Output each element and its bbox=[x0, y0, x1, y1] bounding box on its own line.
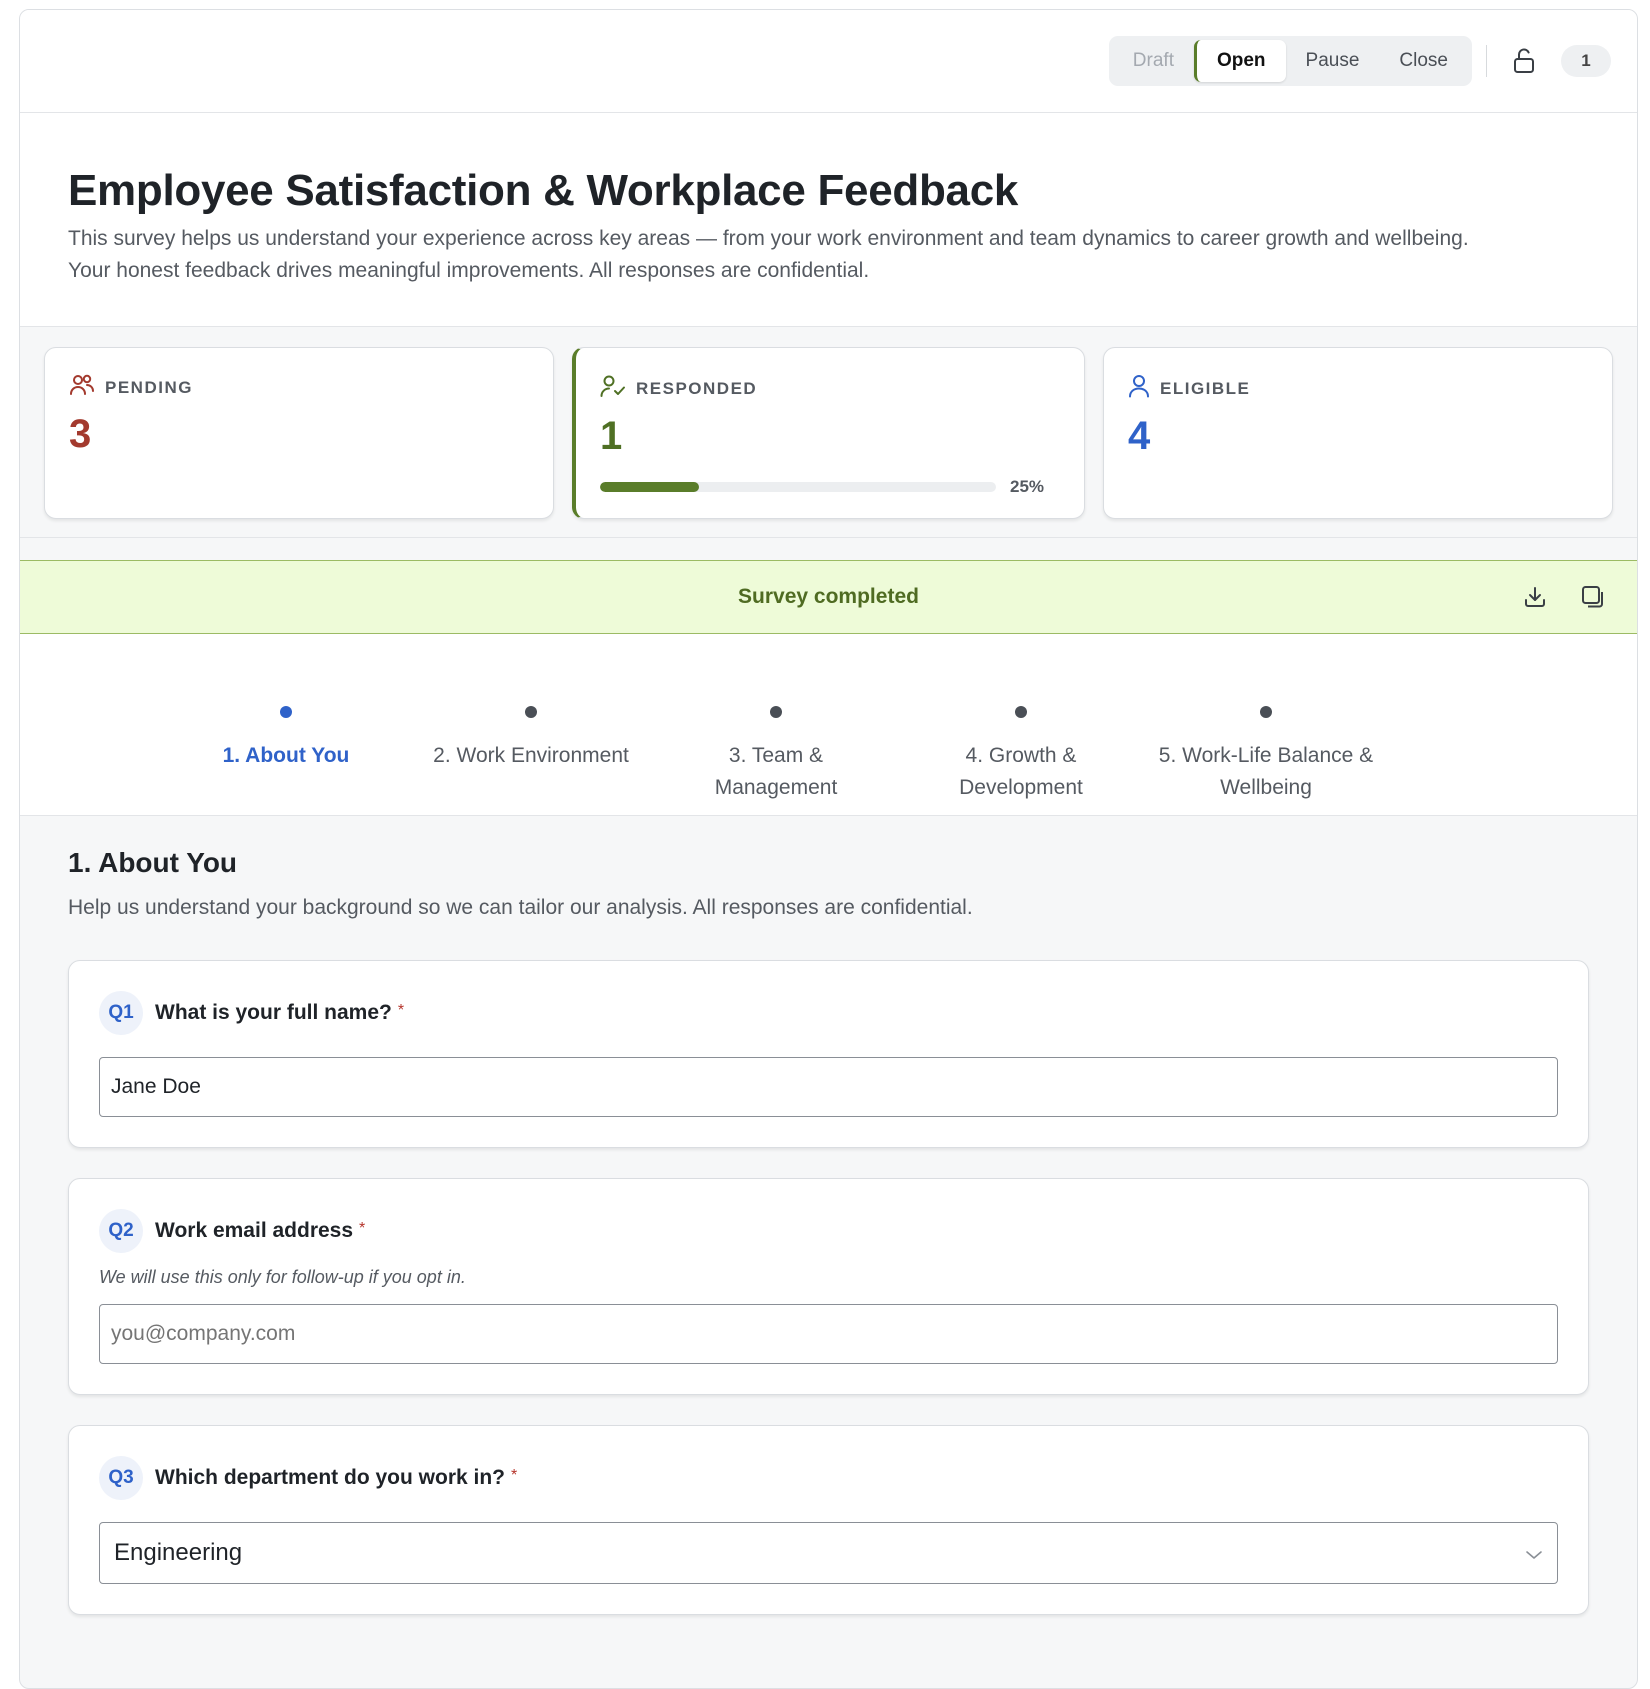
step-dot bbox=[770, 706, 782, 718]
survey-frame: Draft Open Pause Close 1 Employee Satisf… bbox=[19, 9, 1638, 1689]
progress-fill bbox=[600, 482, 699, 492]
question-title: Work email address bbox=[155, 1219, 354, 1242]
status-pause-button[interactable]: Pause bbox=[1286, 40, 1380, 82]
step-label: 5. Work-Life Balance & Wellbeing bbox=[1158, 744, 1374, 799]
step-dot bbox=[280, 706, 292, 718]
banner-text: Survey completed bbox=[738, 585, 919, 608]
required-marker: * bbox=[397, 1002, 405, 1019]
chevron-down-icon bbox=[1525, 1539, 1543, 1567]
step-dot bbox=[1260, 706, 1272, 718]
question-number-badge: Q2 bbox=[99, 1209, 143, 1253]
user-icon bbox=[1128, 374, 1150, 403]
step-growth-development[interactable]: 4. Growth & Development bbox=[901, 706, 1141, 804]
completion-banner: Survey completed bbox=[20, 560, 1637, 634]
step-dot bbox=[1015, 706, 1027, 718]
count-badge: 1 bbox=[1561, 45, 1611, 77]
step-team-management[interactable]: 3. Team & Management bbox=[661, 706, 891, 804]
responded-value: 1 bbox=[600, 414, 623, 458]
section-description: Help us understand your background so we… bbox=[68, 896, 973, 919]
step-dot bbox=[525, 706, 537, 718]
copy-icon[interactable] bbox=[1579, 583, 1607, 611]
question-card-q3: Q3 Which department do you work in? * En… bbox=[68, 1425, 1589, 1615]
progress-percent: 25% bbox=[1010, 477, 1045, 496]
pending-stat-card: PENDING 3 bbox=[44, 347, 554, 519]
pending-label: PENDING bbox=[105, 377, 193, 397]
question-number-badge: Q1 bbox=[99, 991, 143, 1035]
department-selected-value: Engineering bbox=[114, 1539, 243, 1566]
question-title: Which department do you work in? bbox=[155, 1466, 506, 1489]
question-number-badge: Q3 bbox=[99, 1456, 143, 1500]
question-title: What is your full name? bbox=[155, 1001, 392, 1024]
page-title: Employee Satisfaction & Workplace Feedba… bbox=[68, 166, 1019, 215]
eligible-label: ELIGIBLE bbox=[1160, 378, 1251, 398]
download-icon[interactable] bbox=[1521, 583, 1549, 611]
required-marker: * bbox=[359, 1220, 366, 1237]
step-work-life-balance[interactable]: 5. Work-Life Balance & Wellbeing bbox=[1146, 706, 1386, 804]
eligible-stat-card: ELIGIBLE 4 bbox=[1103, 347, 1613, 519]
users-icon bbox=[69, 374, 95, 401]
status-draft-button[interactable]: Draft bbox=[1113, 40, 1194, 82]
question-card-q2: Q2 Work email address * We will use this… bbox=[68, 1178, 1589, 1395]
section-stepper: 1. About You 2. Work Environment 3. Team… bbox=[20, 634, 1637, 816]
progress-track bbox=[600, 482, 996, 492]
user-check-icon bbox=[600, 374, 626, 403]
step-about-you[interactable]: 1. About You bbox=[166, 706, 406, 772]
step-label: 3. Team & Management bbox=[714, 744, 838, 799]
step-label: 1. About You bbox=[222, 744, 350, 767]
question-card-q1: Q1 What is your full name? * bbox=[68, 960, 1589, 1148]
survey-header: Employee Satisfaction & Workplace Feedba… bbox=[20, 113, 1637, 327]
pending-value: 3 bbox=[69, 412, 92, 456]
responded-label: RESPONDED bbox=[636, 378, 758, 398]
top-bar: Draft Open Pause Close 1 bbox=[20, 10, 1637, 113]
unlock-icon[interactable] bbox=[1509, 46, 1539, 76]
response-progress: 25% bbox=[600, 477, 1060, 497]
status-open-button[interactable]: Open bbox=[1193, 40, 1286, 82]
stats-row: PENDING 3 RESPONDED 1 25% ELIGIBLE 4 bbox=[20, 327, 1637, 538]
step-work-environment[interactable]: 2. Work Environment bbox=[411, 706, 651, 772]
step-label: 4. Growth & Development bbox=[959, 744, 1083, 799]
question-hint: We will use this only for follow-up if y… bbox=[99, 1267, 466, 1287]
section-title: 1. About You bbox=[68, 847, 238, 878]
eligible-value: 4 bbox=[1128, 414, 1151, 458]
section-about-you: 1. About You Help us understand your bac… bbox=[20, 816, 1637, 1615]
full-name-input[interactable] bbox=[99, 1057, 1558, 1117]
department-select[interactable]: Engineering bbox=[99, 1522, 1558, 1584]
responded-stat-card: RESPONDED 1 25% bbox=[572, 347, 1085, 519]
step-label: 2. Work Environment bbox=[433, 744, 629, 767]
toolbar-divider bbox=[1486, 45, 1487, 77]
survey-description: This survey helps us understand your exp… bbox=[68, 227, 1469, 282]
status-close-button[interactable]: Close bbox=[1379, 40, 1468, 82]
required-marker: * bbox=[511, 1467, 518, 1484]
email-input[interactable] bbox=[99, 1304, 1558, 1364]
status-segmented-control: Draft Open Pause Close bbox=[1108, 36, 1472, 86]
